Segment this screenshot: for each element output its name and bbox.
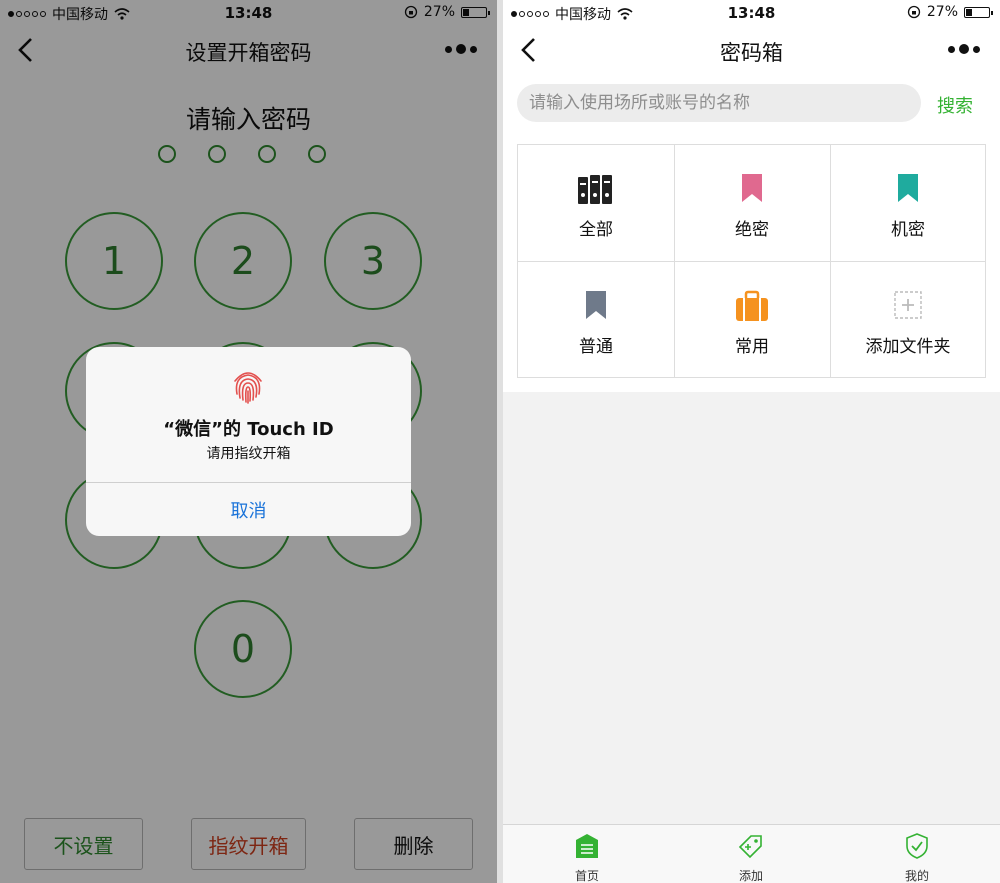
briefcase-icon: [736, 290, 768, 321]
category-label: 添加文件夹: [865, 337, 951, 357]
battery-percent: 27%: [926, 4, 958, 20]
password-vault-screen: 中国移动 13:48 27% 密码箱 请输入使用场所或账号的名称 搜索 全部 绝…: [503, 0, 1000, 883]
category-label: 常用: [735, 337, 769, 357]
touch-id-dialog: “微信”的 Touch ID 请用指纹开箱 取消: [86, 347, 411, 536]
bookmark-teal-icon: [898, 174, 918, 202]
dialog-title: “微信”的 Touch ID: [163, 419, 334, 440]
search-button[interactable]: 搜索: [937, 92, 973, 118]
category-frequent[interactable]: 常用: [674, 262, 830, 378]
tab-label: 添加: [738, 869, 763, 883]
category-all[interactable]: 全部: [518, 145, 674, 261]
bookmark-gray-icon: [586, 291, 606, 319]
tab-add[interactable]: 添加: [691, 825, 811, 883]
cancel-button[interactable]: 取消: [86, 483, 411, 536]
tab-label: 首页: [574, 869, 599, 883]
category-top-secret[interactable]: 绝密: [674, 145, 830, 261]
tab-bar: 首页 添加 我的: [503, 824, 1000, 883]
rotation-lock-icon: [907, 5, 921, 19]
category-label: 机密: [891, 220, 925, 240]
fingerprint-icon: [234, 372, 262, 404]
home-icon: [576, 834, 598, 858]
category-normal[interactable]: 普通: [518, 262, 674, 378]
shield-check-icon: [906, 833, 928, 859]
category-confidential[interactable]: 机密: [830, 145, 986, 261]
category-label: 普通: [579, 337, 613, 357]
add-folder-icon: [894, 291, 922, 319]
pin-setup-screen: 中国移动 13:48 27% 设置开箱密码 请输入密码 1 2 3 0 不设置 …: [0, 0, 497, 883]
nav-bar: 密码箱: [503, 26, 1000, 76]
dialog-message: 请用指纹开箱: [206, 446, 291, 462]
binders-icon: [578, 175, 612, 204]
add-folder-button[interactable]: 添加文件夹: [830, 262, 986, 378]
status-bar: 中国移动 13:48 27%: [503, 0, 1000, 26]
bookmark-pink-icon: [742, 174, 762, 202]
search-input[interactable]: 请输入使用场所或账号的名称: [517, 84, 921, 122]
category-grid: 全部 绝密 机密 普通 常用 添加文件夹: [517, 144, 986, 378]
more-icon[interactable]: [948, 44, 980, 54]
tab-home[interactable]: 首页: [527, 825, 647, 883]
tab-mine[interactable]: 我的: [857, 825, 977, 883]
add-tag-icon: [738, 835, 762, 859]
search-bar: 请输入使用场所或账号的名称 搜索: [503, 76, 1000, 130]
category-label: 绝密: [735, 220, 769, 240]
tab-label: 我的: [904, 869, 929, 883]
category-label: 全部: [579, 220, 613, 240]
page-title: 密码箱: [720, 41, 783, 65]
battery-icon: [964, 6, 993, 18]
